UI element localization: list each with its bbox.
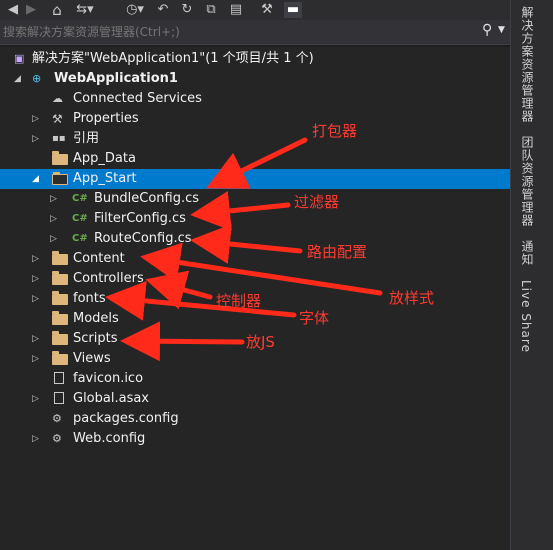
- annotation-packager: 打包器: [312, 122, 358, 140]
- annotation-arrow: [190, 191, 291, 231]
- solution-explorer-window: ◀ ▶ ⌂ ⇆▾ ◷▾ ↶ ↻ ⧉ ▤ ⚒ ▬ ⚲ ▼ ▣ 解决方案"WebAp…: [0, 0, 553, 550]
- annotation-arrow: [105, 280, 297, 321]
- annotation-arrow: [145, 270, 213, 310]
- annotation-js: 放JS: [246, 333, 275, 351]
- annotation-controller: 控制器: [216, 292, 262, 310]
- annotation-arrow: [120, 321, 245, 362]
- annotation-filter: 过滤器: [294, 193, 340, 211]
- annotation-arrow: [206, 137, 308, 189]
- annotation-arrow: [190, 224, 303, 264]
- annotation-font: 字体: [299, 309, 330, 327]
- annotation-route: 路由配置: [307, 243, 368, 261]
- annotation-style: 放样式: [389, 289, 435, 307]
- annotation-layer: [105, 137, 383, 362]
